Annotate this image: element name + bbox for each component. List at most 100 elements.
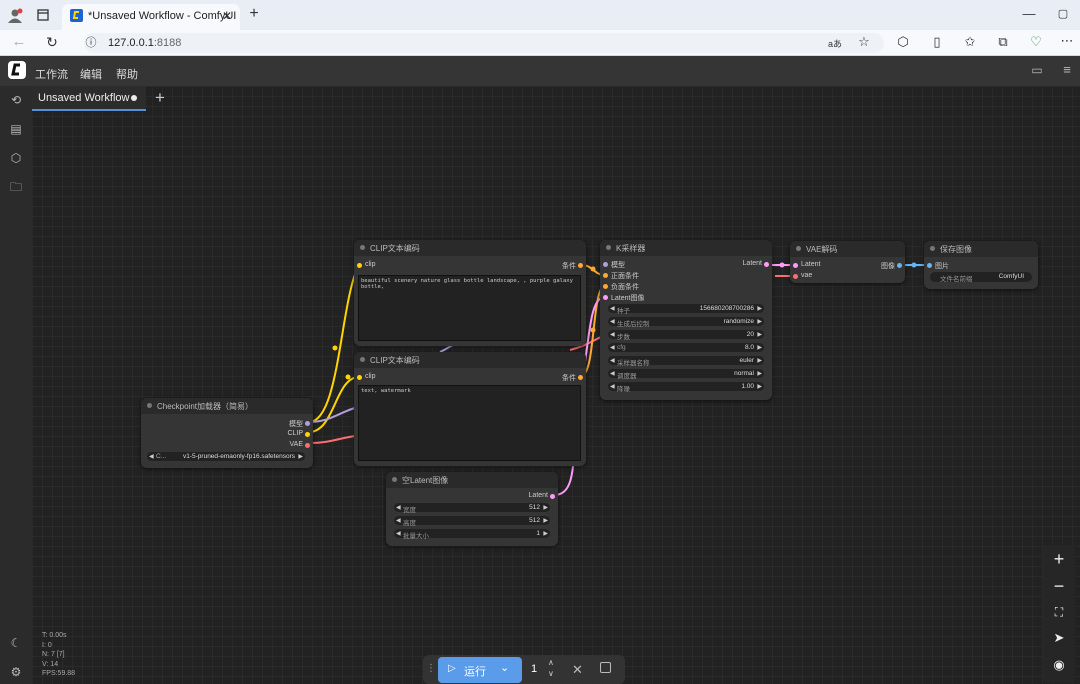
vae-output-dot[interactable] (305, 443, 310, 448)
increment-arrow-icon[interactable]: ▶ (757, 331, 762, 338)
fit-view-icon[interactable]: ⛶ (1046, 601, 1072, 623)
widget-value: euler (739, 357, 754, 364)
decrement-arrow-icon[interactable]: ◀ (610, 383, 615, 390)
sampler-name-widget[interactable]: ◀ 采样器名称 euler ▶ (608, 356, 764, 367)
latent-output-dot[interactable] (764, 262, 769, 267)
widget-value: normal (734, 370, 754, 377)
cond-output-dot[interactable] (578, 263, 583, 268)
latent-input-label: Latent图像 (611, 295, 645, 302)
vae-decode-node[interactable]: VAE解码 Latent vae 图像 (790, 241, 905, 283)
decrement-arrow-icon[interactable]: ◀ (396, 504, 401, 511)
vae-input-label: vae (801, 272, 813, 279)
increment-arrow-icon[interactable]: ▶ (757, 305, 762, 312)
cancel-queue-icon[interactable]: ✕ (572, 662, 583, 678)
decrement-arrow-icon[interactable]: ◀ (610, 370, 615, 377)
cond-output-label: 条件 (562, 263, 576, 270)
control-after-generate-widget[interactable]: ◀ 生成后控制 randomize ▶ (608, 317, 764, 328)
clip-output-dot[interactable] (305, 432, 310, 437)
increment-arrow-icon[interactable]: ▶ (757, 344, 762, 351)
increment-arrow-icon[interactable]: ▶ (757, 318, 762, 325)
ksampler-node[interactable]: K采样器 模型 正面条件 负面条件 Latent图像 Latent ◀ 种子 156… (600, 240, 772, 400)
widget-label: 宽度 (403, 507, 416, 514)
node-collapse-dot[interactable] (360, 357, 365, 362)
height-widget[interactable]: ◀ 高度 512 ▶ (394, 516, 550, 527)
widget-label: 采样器名称 (617, 360, 650, 367)
batch-count-input[interactable]: 1 (531, 663, 537, 675)
node-collapse-dot[interactable] (796, 246, 801, 251)
run-options-chevron-icon[interactable]: ⌄ (500, 661, 509, 674)
filename-prefix-widget[interactable]: 文件名前缀 ComfyUI (930, 272, 1032, 283)
ckpt-name-combo[interactable]: ◀ C... v1-5-pruned-emaonly-fp16.safetens… (147, 452, 305, 461)
steps-widget[interactable]: ◀ 步数 20 ▶ (608, 330, 764, 341)
stat-nodes: N: 7 [7] (42, 651, 65, 658)
empty-latent-image-node[interactable]: 空Latent图像 Latent ◀ 宽度 512 ▶ ◀ 高度 512 ▶ ◀ 批量大小 1 ▶ (386, 472, 558, 546)
images-input-label: 图片 (935, 263, 949, 270)
vae-input-dot[interactable] (793, 274, 798, 279)
toggle-links-eye-icon[interactable]: ◉ (1046, 654, 1072, 676)
negative-input-label: 负面条件 (611, 284, 639, 291)
checkpoint-loader-node[interactable]: Checkpoint加载器（简易） 模型 CLIP VAE ◀ C... v1-… (141, 398, 313, 468)
decrement-arrow-icon[interactable]: ◀ (610, 357, 615, 364)
cond-output-dot[interactable] (578, 375, 583, 380)
decrement-arrow-icon[interactable]: ◀ (610, 318, 615, 325)
clip-text-encode-node-positive[interactable]: CLIP文本编码 clip 条件 beautiful scenery natur… (354, 240, 586, 346)
model-input-dot[interactable] (603, 262, 608, 267)
decrement-count-icon[interactable]: ∨ (548, 669, 554, 678)
node-title: VAE解码 (806, 245, 838, 254)
save-image-node[interactable]: 保存图像 图片 文件名前缀 ComfyUI (924, 241, 1038, 289)
decrement-arrow-icon[interactable]: ◀ (396, 530, 401, 537)
node-collapse-dot[interactable] (147, 403, 152, 408)
stop-icon[interactable] (600, 662, 611, 673)
zoom-out-icon[interactable]: − (1046, 575, 1072, 597)
clip-input-dot[interactable] (357, 375, 362, 380)
widget-label: cfg (617, 344, 626, 351)
latent-input-label: Latent (801, 261, 821, 268)
increment-arrow-icon[interactable]: ▶ (543, 517, 548, 524)
widget-label: 批量大小 (403, 533, 429, 540)
increment-arrow-icon[interactable]: ▶ (543, 504, 548, 511)
node-collapse-dot[interactable] (606, 245, 611, 250)
zoom-in-icon[interactable]: + (1046, 548, 1072, 570)
latent-input-dot[interactable] (603, 295, 608, 300)
image-output-label: 图像 (881, 263, 895, 270)
combo-right-arrow-icon[interactable]: ▶ (298, 453, 303, 460)
width-widget[interactable]: ◀ 宽度 512 ▶ (394, 503, 550, 514)
latent-output-dot[interactable] (550, 494, 555, 499)
decrement-arrow-icon[interactable]: ◀ (610, 331, 615, 338)
widget-value: 512 (529, 504, 540, 511)
increment-arrow-icon[interactable]: ▶ (757, 370, 762, 377)
cfg-widget[interactable]: ◀ cfg 8.0 ▶ (608, 343, 764, 352)
negative-input-dot[interactable] (603, 284, 608, 289)
decrement-arrow-icon[interactable]: ◀ (396, 517, 401, 524)
widget-label: 步数 (617, 334, 630, 341)
scheduler-widget[interactable]: ◀ 调度器 normal ▶ (608, 369, 764, 380)
increment-arrow-icon[interactable]: ▶ (757, 383, 762, 390)
prompt-textarea[interactable]: text, watermark (358, 385, 581, 461)
widget-value: 8.0 (744, 344, 754, 351)
clip-input-dot[interactable] (357, 263, 362, 268)
model-output-dot[interactable] (305, 421, 310, 426)
increment-arrow-icon[interactable]: ▶ (757, 357, 762, 364)
prompt-textarea[interactable]: beautiful scenery nature glass bottle la… (358, 275, 581, 341)
node-collapse-dot[interactable] (360, 245, 365, 250)
combo-left-arrow-icon[interactable]: ◀ (149, 453, 154, 460)
decrement-arrow-icon[interactable]: ◀ (610, 305, 615, 312)
latent-input-dot[interactable] (793, 263, 798, 268)
cond-output-label: 条件 (562, 375, 576, 382)
seed-widget[interactable]: ◀ 种子 156680208700286 ▶ (608, 304, 764, 315)
images-input-dot[interactable] (927, 263, 932, 268)
node-collapse-dot[interactable] (930, 246, 935, 251)
select-mode-icon[interactable]: ➤ (1046, 627, 1072, 649)
node-collapse-dot[interactable] (392, 477, 397, 482)
clip-text-encode-node-negative[interactable]: CLIP文本编码 clip 条件 text, watermark (354, 352, 586, 466)
vae-output-label: VAE (289, 441, 304, 448)
increment-arrow-icon[interactable]: ▶ (543, 530, 548, 537)
combo-prefix: C... (156, 453, 167, 460)
denoise-widget[interactable]: ◀ 降噪 1.00 ▶ (608, 382, 764, 393)
node-title: 保存图像 (940, 245, 972, 254)
decrement-arrow-icon[interactable]: ◀ (610, 344, 615, 351)
positive-input-dot[interactable] (603, 273, 608, 278)
batch-size-widget[interactable]: ◀ 批量大小 1 ▶ (394, 529, 550, 540)
increment-count-icon[interactable]: ∧ (548, 658, 554, 667)
image-output-dot[interactable] (897, 263, 902, 268)
